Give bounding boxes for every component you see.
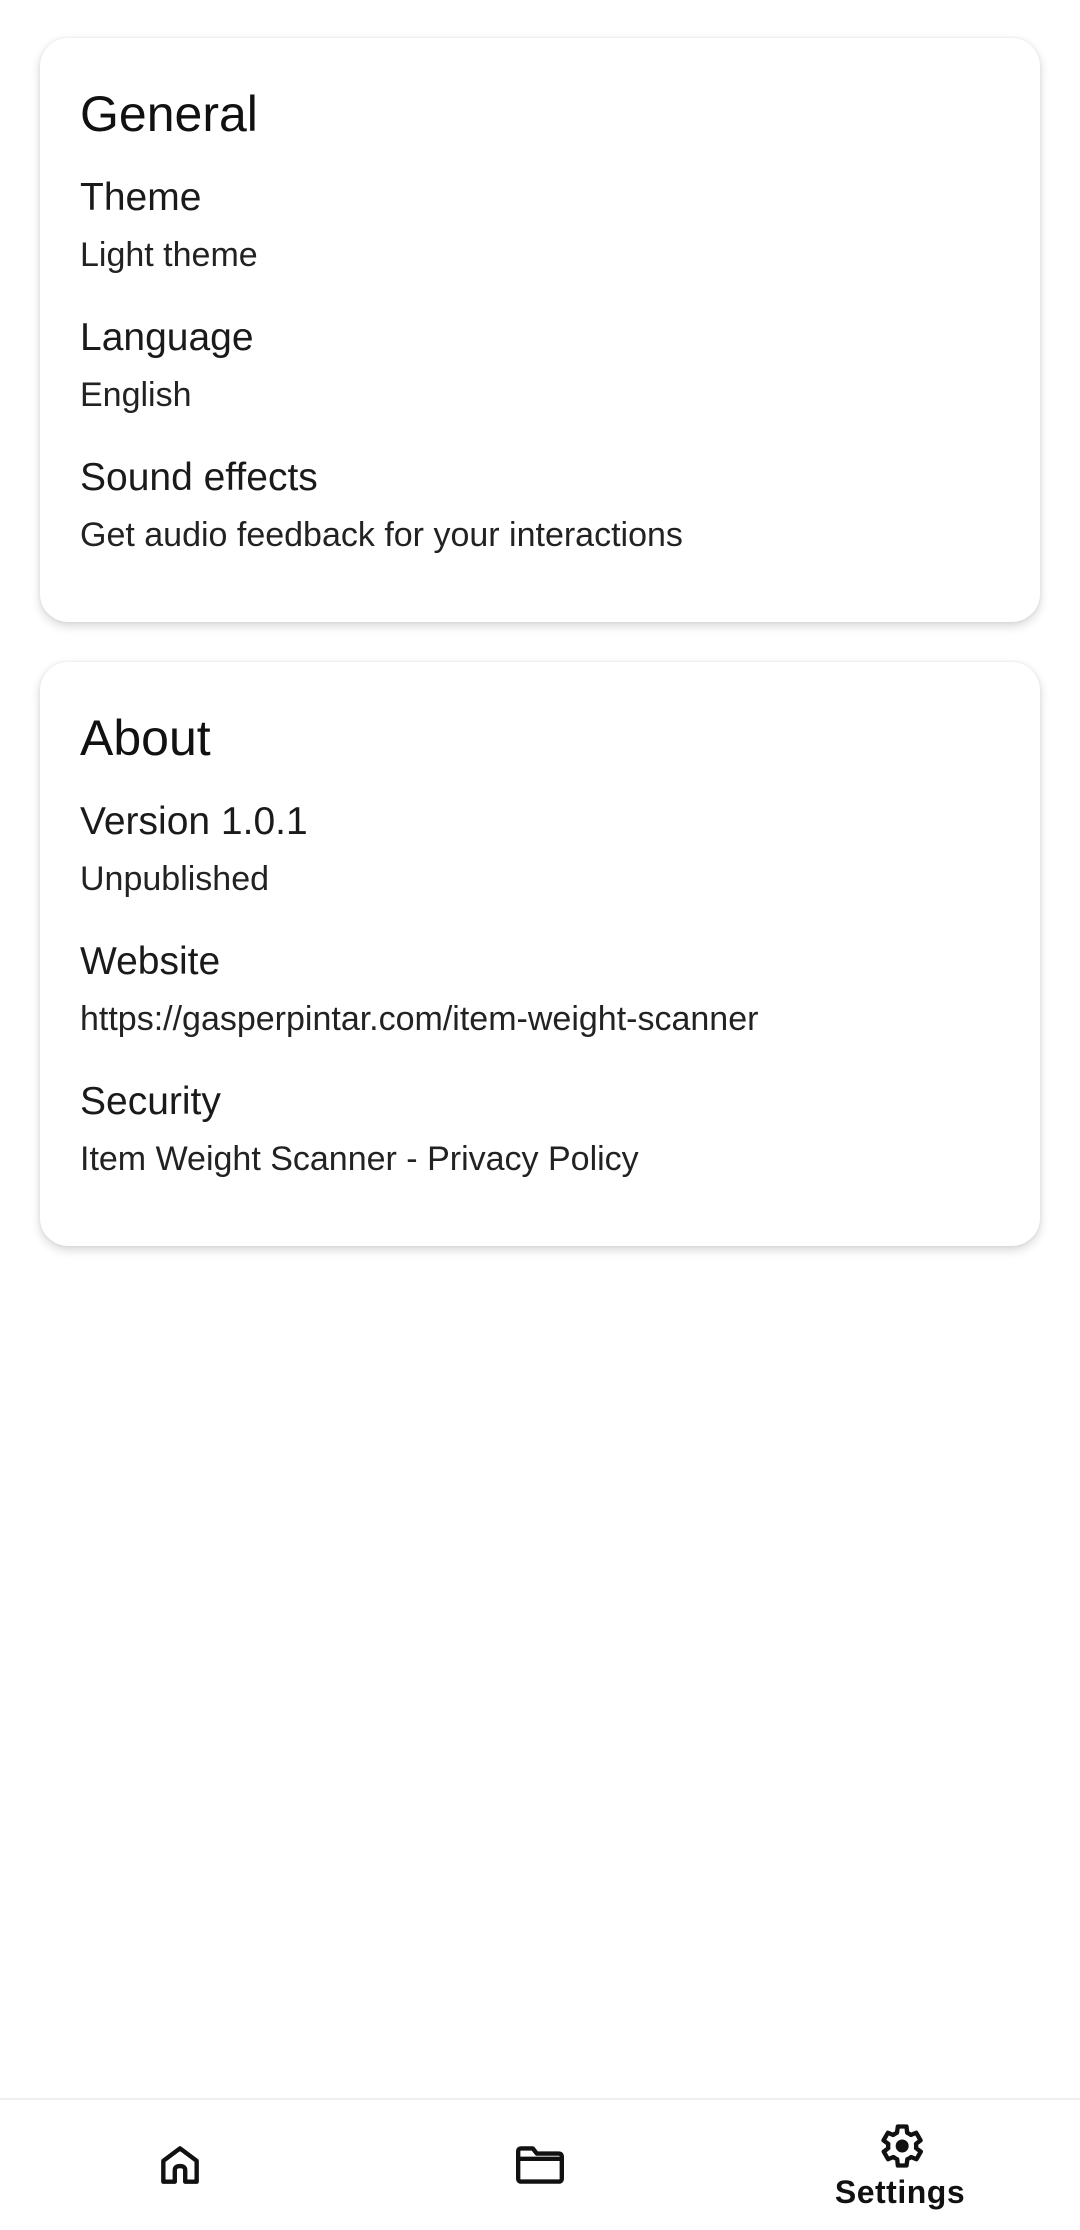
theme-value: Light theme <box>80 236 258 274</box>
nav-settings-label: Settings <box>834 2173 966 2210</box>
general-section-title: General <box>80 86 258 142</box>
home-icon <box>155 2140 205 2190</box>
sound-effects-title: Sound effects <box>80 456 318 499</box>
settings-content: General Theme Light theme Language Engli… <box>0 0 1080 1286</box>
language-setting[interactable]: Language English <box>80 302 1000 428</box>
website-item[interactable]: Website https://gasperpintar.com/item-we… <box>80 926 1000 1052</box>
folder-icon <box>513 2140 567 2190</box>
security-title: Security <box>80 1080 221 1123</box>
about-card: About Version 1.0.1 Unpublished Website … <box>40 662 1040 1246</box>
bottom-navigation: Settings <box>0 2098 1080 2230</box>
nav-settings[interactable]: Settings <box>720 2100 1080 2230</box>
about-section-title: About <box>80 710 211 766</box>
website-url: https://gasperpintar.com/item-weight-sca… <box>80 1000 759 1038</box>
language-title: Language <box>80 316 254 359</box>
theme-title: Theme <box>80 176 202 219</box>
privacy-policy-link: Item Weight Scanner - Privacy Policy <box>80 1140 639 1178</box>
nav-home[interactable] <box>0 2100 360 2230</box>
theme-setting[interactable]: Theme Light theme <box>80 162 1000 288</box>
general-card: General Theme Light theme Language Engli… <box>40 38 1040 622</box>
version-status: Unpublished <box>80 860 270 898</box>
version-item[interactable]: Version 1.0.1 Unpublished <box>80 786 1000 912</box>
website-title: Website <box>80 940 221 983</box>
version-title: Version 1.0.1 <box>80 800 308 843</box>
settings-screen: General Theme Light theme Language Engli… <box>0 0 1080 2230</box>
gear-icon <box>874 2120 926 2172</box>
nav-files[interactable] <box>360 2100 720 2230</box>
language-value: English <box>80 376 192 414</box>
sound-effects-description: Get audio feedback for your interactions <box>80 516 683 554</box>
sound-effects-setting[interactable]: Sound effects Get audio feedback for you… <box>80 442 1000 568</box>
security-item[interactable]: Security Item Weight Scanner - Privacy P… <box>80 1066 1000 1192</box>
